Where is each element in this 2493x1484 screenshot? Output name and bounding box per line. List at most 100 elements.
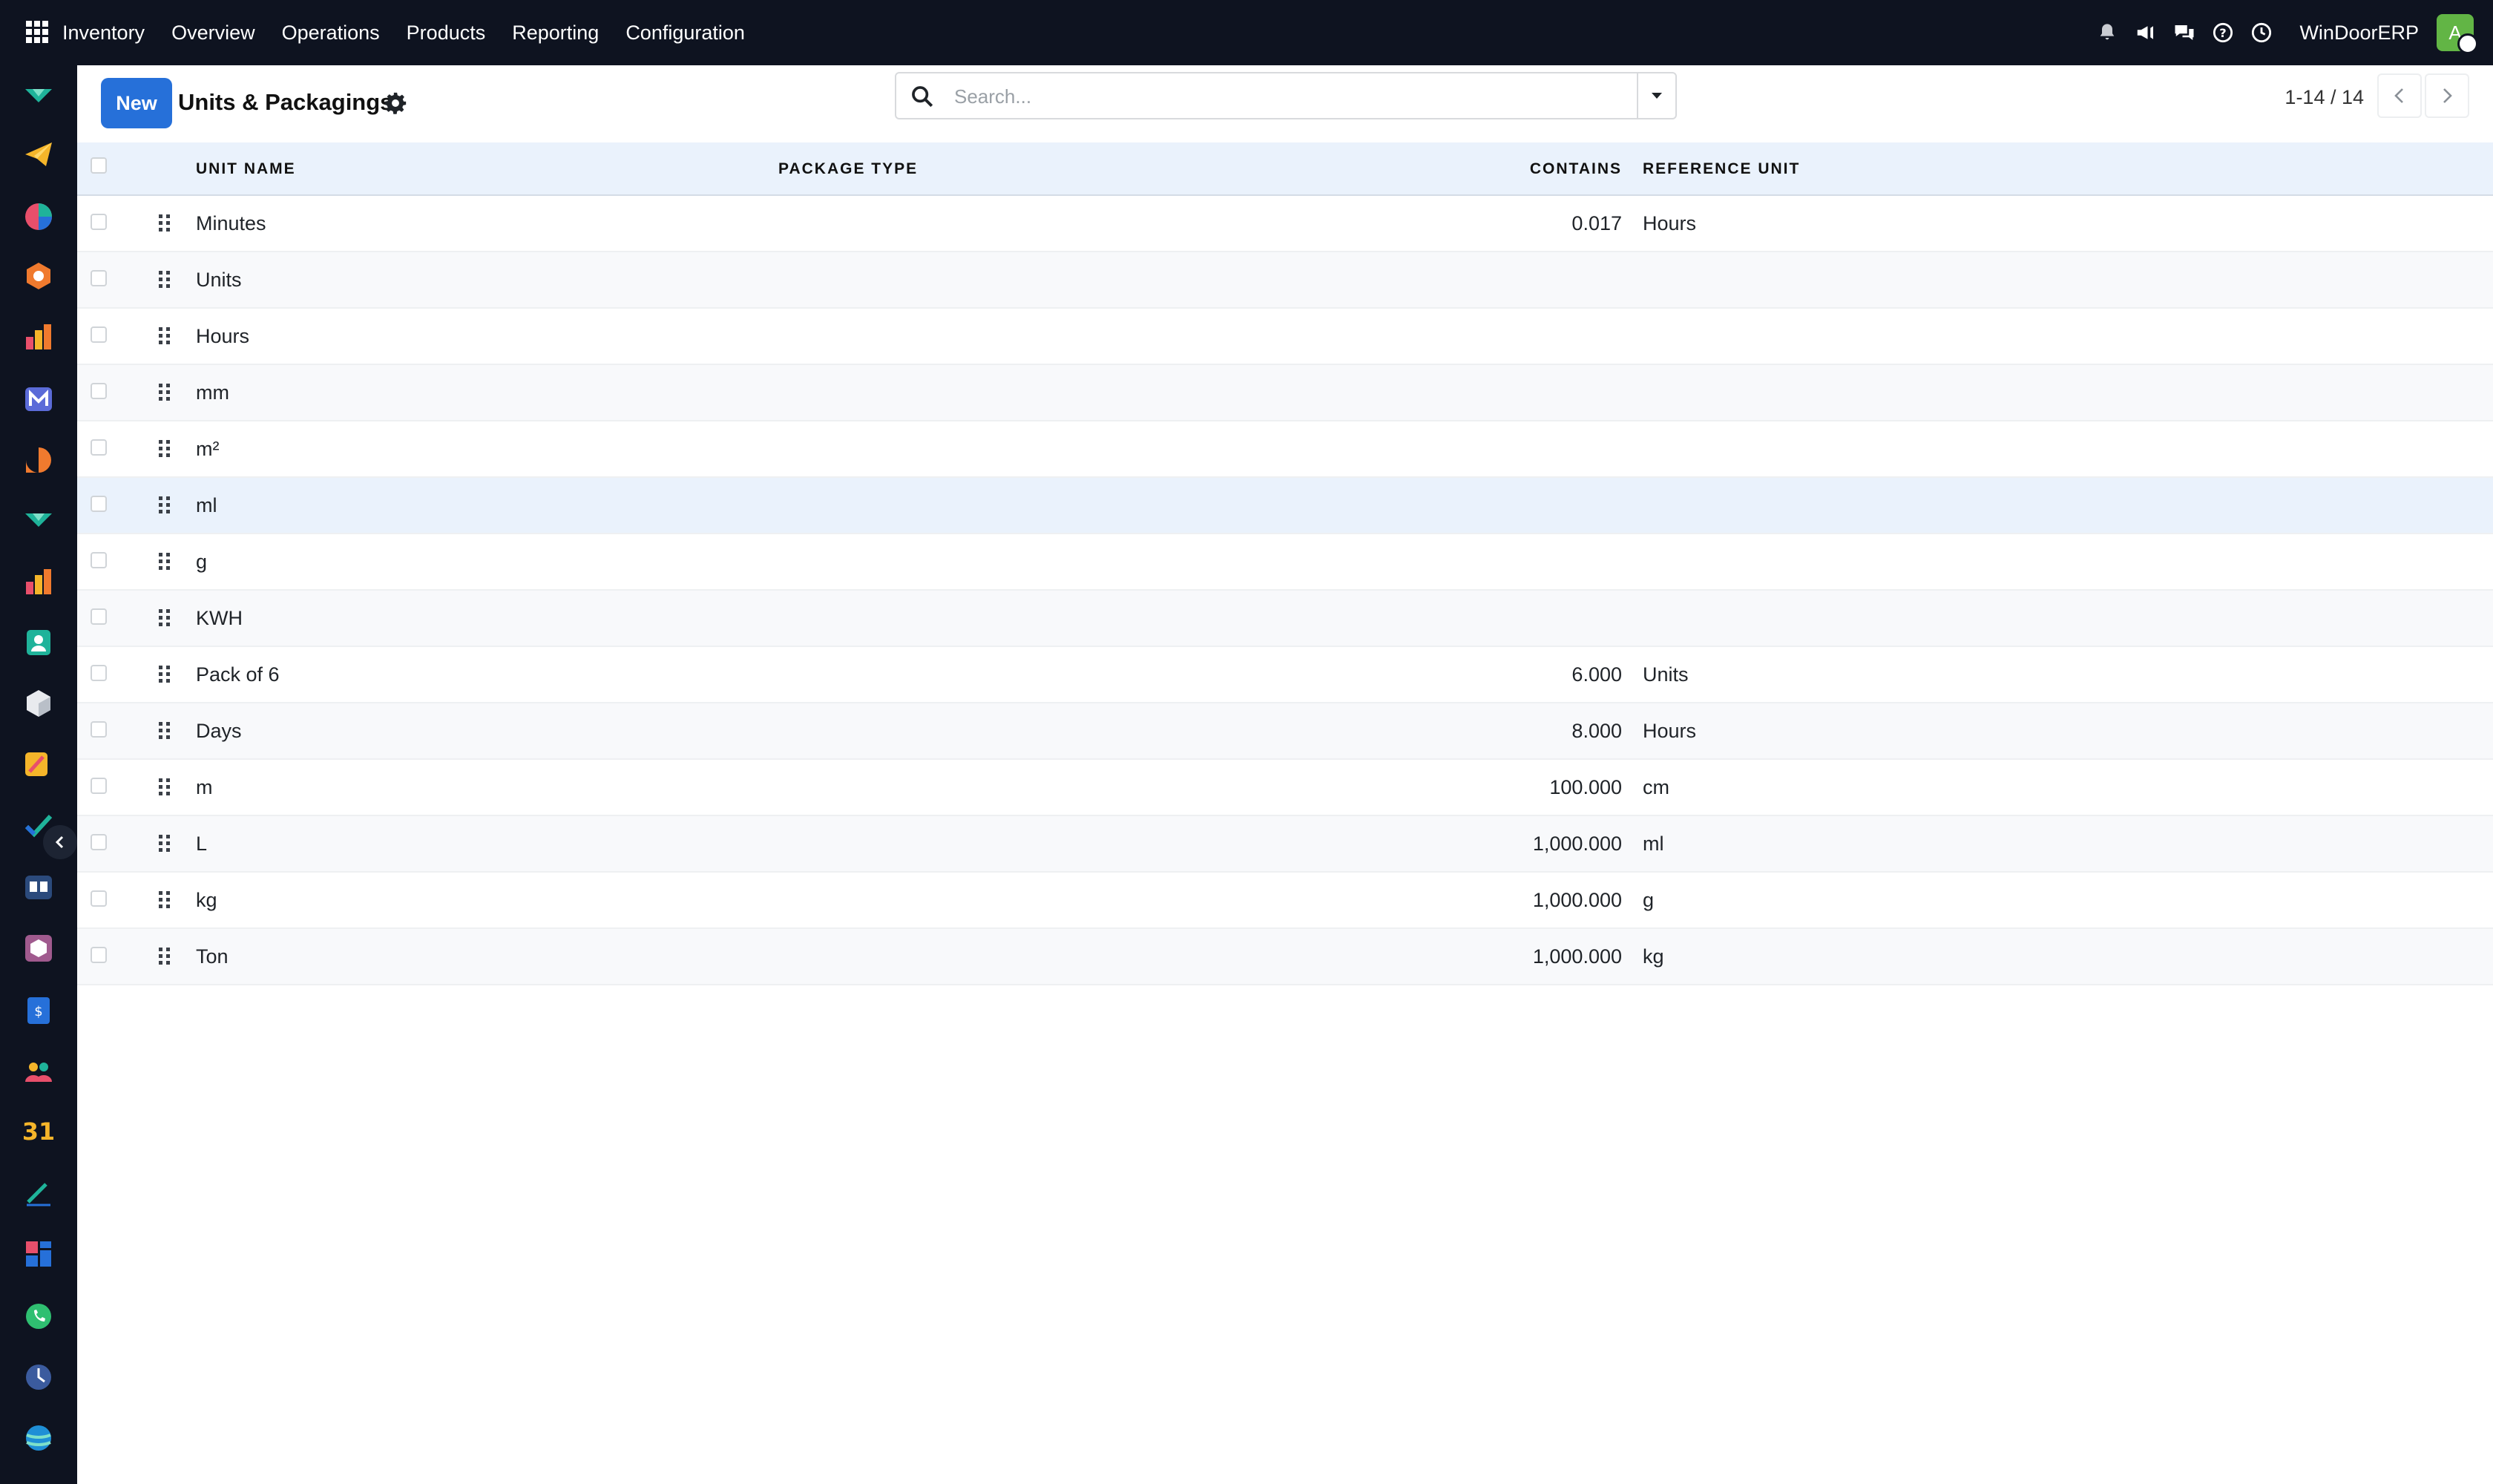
row-checkbox[interactable]	[91, 383, 107, 399]
reporting-app-icon[interactable]	[24, 322, 53, 352]
cell-reference-unit: kg	[1643, 945, 1664, 968]
drag-handle-icon[interactable]	[156, 325, 174, 347]
collapse-sidebar-button[interactable]	[43, 825, 77, 859]
search-bar	[895, 72, 1677, 119]
discuss-app-icon[interactable]	[24, 82, 53, 111]
chat-bubble-app-icon[interactable]	[24, 445, 53, 475]
drag-handle-icon[interactable]	[156, 438, 174, 460]
table-row[interactable]: ml	[77, 478, 2493, 534]
column-header-package-type[interactable]: PACKAGE TYPE	[778, 160, 918, 178]
product-app-icon[interactable]	[24, 933, 53, 963]
employees-app-icon[interactable]	[24, 1057, 53, 1086]
telegram-app-icon[interactable]	[24, 139, 53, 169]
table-row[interactable]: Days 8.000 Hours	[77, 703, 2493, 760]
column-header-contains[interactable]: CONTAINS	[1530, 160, 1622, 178]
mail-app-icon[interactable]	[24, 384, 53, 414]
dashboards-app-icon[interactable]	[24, 1239, 53, 1269]
inventory-app-icon[interactable]	[24, 261, 53, 291]
drag-handle-icon[interactable]	[156, 889, 174, 911]
row-checkbox[interactable]	[91, 496, 107, 512]
drag-handle-icon[interactable]	[156, 607, 174, 629]
pager-value[interactable]: 1-14 / 14	[2285, 86, 2364, 109]
megaphone-icon[interactable]	[2133, 20, 2158, 45]
select-all-checkbox[interactable]	[91, 157, 107, 174]
pager-next-button[interactable]	[2425, 73, 2469, 118]
table-row[interactable]: m 100.000 cm	[77, 760, 2493, 816]
control-panel: New Units & Packagings 1-14 / 14	[77, 65, 2493, 142]
contacts-app-icon[interactable]	[24, 628, 53, 657]
drag-handle-icon[interactable]	[156, 494, 174, 516]
sign-app-icon[interactable]	[24, 1178, 53, 1208]
pager-previous-button[interactable]	[2377, 73, 2422, 118]
search-input[interactable]	[953, 79, 1623, 114]
row-checkbox[interactable]	[91, 947, 107, 963]
table-row[interactable]: Units	[77, 252, 2493, 309]
clock-icon[interactable]	[2249, 20, 2274, 45]
row-checkbox[interactable]	[91, 439, 107, 456]
studio-app-icon[interactable]	[24, 749, 53, 779]
menu-reporting[interactable]: Reporting	[512, 22, 599, 45]
drag-handle-icon[interactable]	[156, 212, 174, 234]
row-checkbox[interactable]	[91, 608, 107, 625]
new-button[interactable]: New	[101, 78, 172, 128]
row-checkbox[interactable]	[91, 214, 107, 230]
cell-unit-name: g	[196, 551, 208, 573]
table-row[interactable]: m²	[77, 421, 2493, 478]
row-checkbox[interactable]	[91, 665, 107, 681]
gear-icon[interactable]	[383, 91, 408, 116]
invoicing-app-icon[interactable]: $	[24, 996, 53, 1025]
row-checkbox[interactable]	[91, 721, 107, 738]
drag-handle-icon[interactable]	[156, 720, 174, 742]
cell-contains: 100.000	[1549, 776, 1622, 798]
row-checkbox[interactable]	[91, 778, 107, 794]
reporting-app-icon[interactable]	[24, 567, 53, 597]
row-checkbox[interactable]	[91, 326, 107, 343]
menu-inventory[interactable]: Inventory	[62, 22, 145, 45]
row-checkbox[interactable]	[91, 270, 107, 286]
bell-icon[interactable]	[2095, 20, 2120, 45]
drag-handle-icon[interactable]	[156, 269, 174, 291]
calendar-app-icon[interactable]: 31	[24, 1116, 53, 1146]
chat-icon[interactable]	[2172, 20, 2197, 45]
table-row[interactable]: L 1,000.000 ml	[77, 816, 2493, 873]
row-checkbox[interactable]	[91, 552, 107, 568]
menu-configuration[interactable]: Configuration	[625, 22, 745, 45]
table-row[interactable]: Hours	[77, 309, 2493, 365]
table-row[interactable]: KWH	[77, 591, 2493, 647]
website-app-icon[interactable]	[24, 1423, 53, 1453]
table-row[interactable]: mm	[77, 365, 2493, 421]
column-header-reference-unit[interactable]: REFERENCE UNIT	[1643, 160, 1800, 178]
discuss-app-icon[interactable]	[24, 506, 53, 536]
page-title[interactable]: Units & Packagings	[178, 89, 392, 116]
table-row[interactable]: Ton 1,000.000 kg	[77, 929, 2493, 985]
drag-handle-icon[interactable]	[156, 776, 174, 798]
drag-handle-icon[interactable]	[156, 833, 174, 855]
menu-products[interactable]: Products	[407, 22, 486, 45]
drag-handle-icon[interactable]	[156, 945, 174, 968]
drag-handle-icon[interactable]	[156, 663, 174, 686]
whatsapp-app-icon[interactable]	[24, 1301, 53, 1331]
clock-app-icon[interactable]	[24, 1362, 53, 1392]
cell-unit-name: Units	[196, 269, 242, 291]
row-checkbox[interactable]	[91, 834, 107, 850]
table-row[interactable]: Pack of 6 6.000 Units	[77, 647, 2493, 703]
cell-reference-unit: Units	[1643, 663, 1689, 686]
avatar[interactable]: A	[2437, 14, 2478, 54]
drag-handle-icon[interactable]	[156, 381, 174, 404]
box-app-icon[interactable]	[24, 689, 53, 718]
row-checkbox[interactable]	[91, 890, 107, 907]
company-name[interactable]: WinDoorERP	[2299, 22, 2419, 45]
menu-operations[interactable]: Operations	[282, 22, 380, 45]
table-row[interactable]: Minutes 0.017 Hours	[77, 196, 2493, 252]
dashboard-app-icon[interactable]	[24, 202, 53, 232]
apps-grid-icon[interactable]	[25, 20, 49, 44]
search-options-toggle[interactable]	[1637, 73, 1675, 118]
drag-handle-icon[interactable]	[156, 551, 174, 573]
menu-overview[interactable]: Overview	[171, 22, 255, 45]
help-icon[interactable]: ?	[2210, 20, 2236, 45]
knowledge-app-icon[interactable]	[24, 873, 53, 902]
column-header-unit-name[interactable]: UNIT NAME	[196, 160, 296, 178]
table-row[interactable]: kg 1,000.000 g	[77, 873, 2493, 929]
table-row[interactable]: g	[77, 534, 2493, 591]
cell-unit-name: kg	[196, 889, 217, 911]
